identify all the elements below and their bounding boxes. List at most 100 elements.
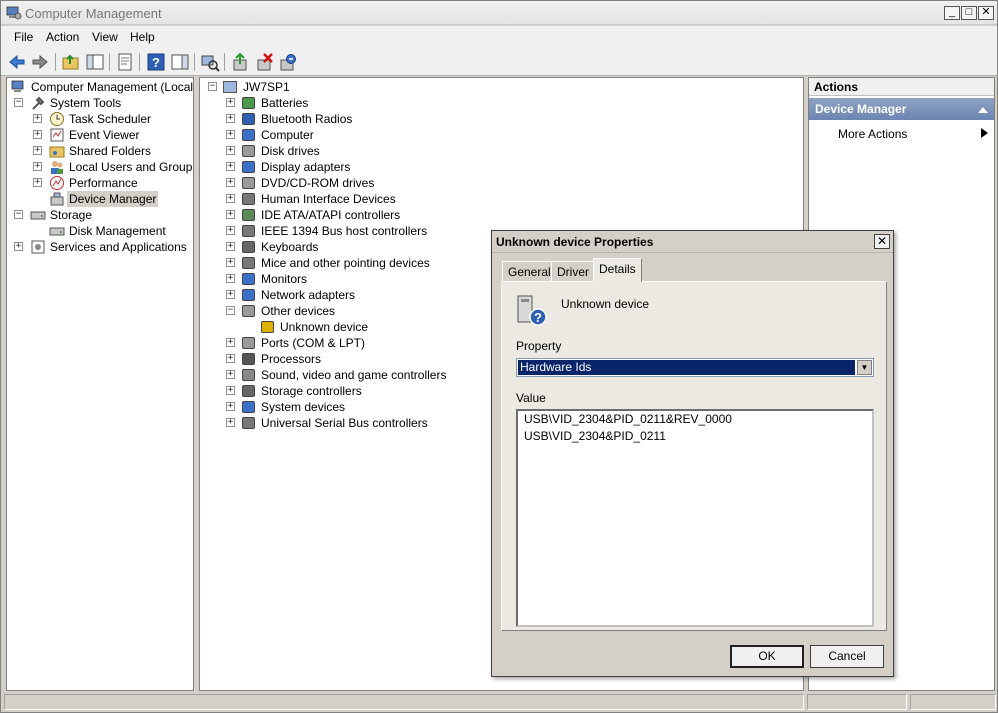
device-tree-label: Display adapters — [261, 160, 351, 174]
shared-folder-icon — [49, 146, 65, 158]
expand-toggle[interactable]: + — [226, 226, 235, 235]
cancel-button[interactable]: Cancel — [810, 645, 884, 668]
disable-device-icon[interactable] — [278, 52, 298, 72]
tree-item-task-scheduler[interactable]: + Task Scheduler — [7, 111, 193, 127]
disk-drive-icon — [242, 145, 255, 157]
device-tree-label: Ports (COM & LPT) — [261, 336, 366, 350]
value-item[interactable]: USB\VID_2304&PID_0211 — [524, 429, 666, 443]
tree-item-label: Disk Management — [69, 224, 166, 238]
device-category[interactable]: + Display adapters — [200, 159, 800, 175]
status-cell-2 — [807, 694, 907, 710]
actions-section-device-manager[interactable]: Device Manager — [809, 98, 994, 120]
menu-help[interactable]: Help — [130, 30, 155, 44]
tree-item-system-tools[interactable]: − System Tools — [7, 95, 193, 111]
show-hide-tree-icon[interactable] — [85, 52, 105, 72]
tab-details[interactable]: Details — [593, 258, 642, 282]
chevron-down-icon[interactable]: ▼ — [857, 360, 872, 375]
expand-toggle[interactable]: + — [226, 418, 235, 427]
collapse-toggle[interactable]: − — [14, 98, 23, 107]
collapse-toggle[interactable]: − — [208, 82, 217, 91]
expand-toggle[interactable]: + — [33, 162, 42, 171]
menu-file[interactable]: File — [14, 30, 33, 44]
expand-toggle[interactable]: + — [226, 274, 235, 283]
toolbar: ? — [1, 48, 997, 76]
device-category[interactable]: + Batteries — [200, 95, 800, 111]
expand-toggle[interactable]: + — [226, 114, 235, 123]
close-button[interactable]: ✕ — [978, 6, 994, 20]
tree-item-label: Task Scheduler — [69, 112, 152, 126]
expand-toggle[interactable]: + — [14, 242, 23, 251]
tree-item-storage[interactable]: − Storage — [7, 207, 193, 223]
expand-toggle[interactable]: + — [226, 386, 235, 395]
menu-action[interactable]: Action — [46, 30, 79, 44]
users-icon — [51, 161, 63, 174]
device-tree-label: Unknown device — [280, 320, 369, 334]
expand-toggle[interactable]: + — [33, 178, 42, 187]
dialog-close-button[interactable]: ✕ — [874, 234, 890, 249]
collapse-toggle[interactable]: − — [14, 210, 23, 219]
tab-general[interactable]: General — [502, 261, 557, 281]
device-category[interactable]: + IDE ATA/ATAPI controllers — [200, 207, 800, 223]
device-category[interactable]: + Human Interface Devices — [200, 191, 800, 207]
tree-item-services-applications[interactable]: + Services and Applications — [7, 239, 193, 255]
expand-toggle[interactable]: + — [226, 162, 235, 171]
expand-toggle[interactable]: + — [226, 290, 235, 299]
minimize-button[interactable]: _ — [944, 6, 960, 20]
device-category[interactable]: + Computer — [200, 127, 800, 143]
more-actions-link[interactable]: More Actions — [838, 127, 907, 141]
device-category[interactable]: + Disk drives — [200, 143, 800, 159]
tree-item-local-users[interactable]: + Local Users and Groups — [7, 159, 193, 175]
collapse-up-icon[interactable] — [978, 105, 988, 113]
monitor-icon — [242, 273, 255, 285]
value-list[interactable]: USB\VID_2304&PID_0211&REV_0000 USB\VID_2… — [516, 409, 874, 627]
menu-view[interactable]: View — [92, 30, 118, 44]
maximize-button[interactable]: □ — [961, 6, 977, 20]
expand-toggle[interactable]: + — [226, 130, 235, 139]
expand-toggle[interactable]: + — [33, 114, 42, 123]
up-folder-icon[interactable] — [61, 52, 81, 72]
expand-toggle[interactable]: + — [226, 370, 235, 379]
status-bar — [1, 692, 997, 712]
tree-item-label: System Tools — [50, 96, 122, 110]
device-tree-label: Storage controllers — [261, 384, 362, 398]
expand-toggle[interactable]: + — [226, 98, 235, 107]
performance-icon — [50, 176, 64, 190]
scan-hardware-icon[interactable] — [200, 52, 220, 72]
tree-item-shared-folders[interactable]: + Shared Folders — [7, 143, 193, 159]
back-arrow-icon[interactable] — [7, 52, 27, 72]
expand-toggle[interactable]: + — [226, 194, 235, 203]
tree-root-label: Computer Management (Local) — [31, 80, 194, 94]
expand-toggle[interactable]: + — [33, 130, 42, 139]
expand-toggle[interactable]: + — [226, 146, 235, 155]
expand-toggle[interactable]: + — [226, 402, 235, 411]
expand-toggle[interactable]: + — [226, 354, 235, 363]
update-driver-icon[interactable] — [231, 52, 251, 72]
expand-toggle[interactable]: + — [226, 210, 235, 219]
property-select[interactable]: Hardware Ids ▼ — [516, 358, 874, 377]
value-item[interactable]: USB\VID_2304&PID_0211&REV_0000 — [524, 412, 732, 426]
device-tree-label: Sound, video and game controllers — [261, 368, 447, 382]
tree-item-performance[interactable]: + Performance — [7, 175, 193, 191]
computer-management-icon — [6, 6, 22, 20]
value-label: Value — [516, 391, 546, 405]
help-icon[interactable]: ? — [146, 52, 166, 72]
action-pane-icon[interactable] — [170, 52, 190, 72]
tree-item-disk-management[interactable]: Disk Management — [7, 223, 193, 239]
tree-item-device-manager[interactable]: Device Manager — [7, 191, 193, 207]
collapse-toggle[interactable]: − — [226, 306, 235, 315]
expand-toggle[interactable]: + — [226, 338, 235, 347]
device-tree-root[interactable]: − JW7SP1 — [200, 79, 800, 95]
ok-button[interactable]: OK — [730, 645, 804, 668]
device-category[interactable]: + Bluetooth Radios — [200, 111, 800, 127]
forward-arrow-icon[interactable] — [30, 52, 50, 72]
tree-item-event-viewer[interactable]: + Event Viewer — [7, 127, 193, 143]
expand-toggle[interactable]: + — [33, 146, 42, 155]
properties-icon[interactable] — [115, 52, 135, 72]
clock-icon — [50, 112, 64, 126]
expand-toggle[interactable]: + — [226, 242, 235, 251]
expand-toggle[interactable]: + — [226, 258, 235, 267]
uninstall-device-icon[interactable] — [255, 52, 275, 72]
expand-toggle[interactable]: + — [226, 178, 235, 187]
tab-driver[interactable]: Driver — [551, 261, 595, 281]
device-category[interactable]: + DVD/CD-ROM drives — [200, 175, 800, 191]
